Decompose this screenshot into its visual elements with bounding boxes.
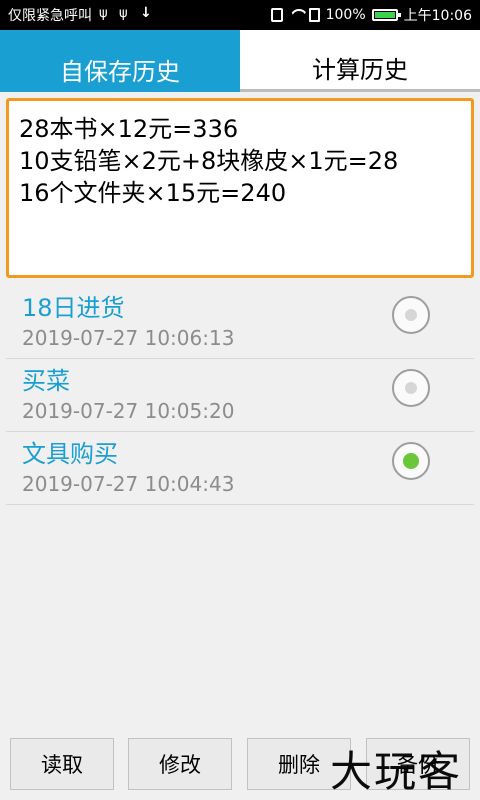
wifi-icon: [289, 8, 303, 22]
status-bar: 仅限紧急呼叫 100% 上午10:06: [0, 0, 480, 30]
item-timestamp: 2019-07-27 10:06:13: [22, 326, 235, 350]
item-title: 18日进货: [22, 294, 125, 322]
list-item[interactable]: 买菜 2019-07-27 10:05:20: [6, 359, 474, 432]
tab-bar: 自保存历史 计算历史: [0, 30, 480, 92]
select-radio[interactable]: [392, 296, 430, 334]
backup-button[interactable]: 备份: [366, 738, 470, 790]
download-icon: [138, 5, 152, 22]
tab-saved-history[interactable]: 自保存历史: [0, 30, 240, 92]
item-title: 买菜: [22, 367, 70, 395]
read-button[interactable]: 读取: [10, 738, 114, 790]
list-item[interactable]: 文具购买 2019-07-27 10:04:43: [6, 432, 474, 505]
record-content-textarea[interactable]: 28本书×12元=336 10支铅笔×2元+8块橡皮×1元=28 16个文件夹×…: [6, 98, 474, 278]
history-list: 18日进货 2019-07-27 10:06:13 买菜 2019-07-27 …: [6, 286, 474, 505]
status-left: 仅限紧急呼叫: [8, 5, 152, 25]
radio-dot: [405, 309, 417, 321]
select-radio[interactable]: [392, 442, 430, 480]
delete-button[interactable]: 删除: [247, 738, 351, 790]
usb-icon: [118, 6, 132, 22]
status-right: 100% 上午10:06: [270, 5, 472, 25]
usb-icon: [98, 6, 112, 22]
radio-dot: [405, 382, 417, 394]
content-line: 28本书×12元=336: [19, 115, 239, 143]
status-carrier-text: 仅限紧急呼叫: [8, 8, 92, 24]
content-line: 10支铅笔×2元+8块橡皮×1元=28: [19, 147, 399, 175]
tab-calc-history[interactable]: 计算历史: [240, 30, 480, 92]
battery-percent: 100%: [325, 7, 366, 23]
vibrate-icon: [270, 8, 283, 22]
item-title: 文具购买: [22, 440, 118, 468]
select-radio[interactable]: [392, 369, 430, 407]
content-line: 16个文件夹×15元=240: [19, 179, 287, 207]
edit-button[interactable]: 修改: [128, 738, 232, 790]
radio-dot: [403, 453, 419, 469]
sim-icon: [308, 8, 320, 22]
item-timestamp: 2019-07-27 10:05:20: [22, 399, 235, 423]
battery-icon: [371, 9, 401, 21]
status-time: 上午10:06: [403, 8, 472, 24]
item-timestamp: 2019-07-27 10:04:43: [22, 472, 235, 496]
list-item[interactable]: 18日进货 2019-07-27 10:06:13: [6, 286, 474, 359]
